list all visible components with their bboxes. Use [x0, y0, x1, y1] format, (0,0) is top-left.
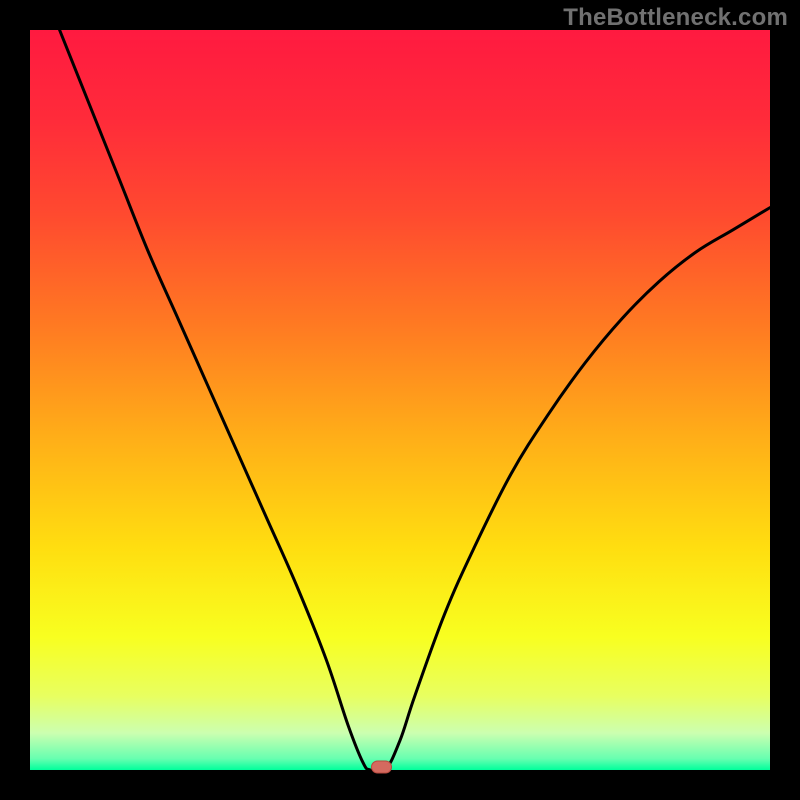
- optimal-marker: [372, 761, 392, 773]
- bottleneck-chart: [0, 0, 800, 800]
- plot-background: [30, 30, 770, 770]
- chart-frame: TheBottleneck.com: [0, 0, 800, 800]
